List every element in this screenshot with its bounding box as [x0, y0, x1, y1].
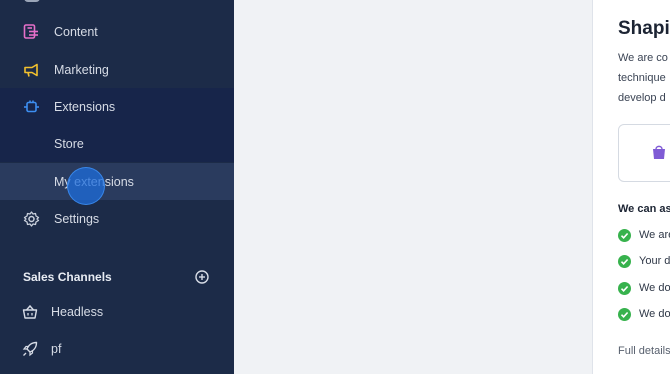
- plug-icon: [23, 98, 40, 115]
- sidebar-item-label: Store: [54, 136, 84, 151]
- check-item: We do: [618, 281, 670, 295]
- shopping-bag-icon: [651, 144, 667, 160]
- panel-title: Shapi: [618, 18, 670, 39]
- check-item: Your d: [618, 254, 670, 268]
- sidebar-item-extensions[interactable]: Extensions: [0, 88, 234, 125]
- check-item-text: Your d: [639, 255, 670, 267]
- sidebar-item-settings[interactable]: Settings: [0, 200, 234, 237]
- gear-icon: [23, 210, 40, 227]
- check-item-text: We are: [639, 229, 670, 241]
- plus-circle-icon[interactable]: [195, 270, 209, 284]
- basket-icon: [22, 304, 38, 320]
- check-item: We are: [618, 228, 670, 242]
- sales-channel-pf[interactable]: pf: [0, 332, 234, 366]
- sales-channel-label: Headless: [51, 305, 104, 319]
- panel-intro-line: technique: [618, 72, 666, 84]
- megaphone-icon: [23, 61, 40, 78]
- click-cursor-indicator: [67, 167, 105, 205]
- content-icon: [23, 23, 40, 40]
- sidebar-item-label: Settings: [54, 211, 100, 226]
- check-circle-icon: [618, 254, 631, 268]
- sidebar-item-label: Marketing: [54, 62, 109, 77]
- sidebar-item-store[interactable]: Store: [0, 125, 234, 162]
- check-circle-icon: [618, 228, 631, 242]
- sidebar-item-my-extensions[interactable]: My extensions: [0, 163, 234, 200]
- check-circle-icon: [618, 281, 631, 295]
- rocket-icon: [22, 341, 38, 357]
- extension-card[interactable]: [618, 124, 670, 182]
- sidebar-item-marketing[interactable]: Marketing: [0, 51, 234, 88]
- app-window: Content Marketing Extensions Store My ex…: [0, 0, 670, 374]
- check-item-text: We do: [639, 308, 670, 320]
- sales-channel-headless[interactable]: Headless: [0, 295, 234, 329]
- assist-heading: We can as: [618, 203, 670, 215]
- check-circle-icon: [618, 307, 631, 321]
- check-item-text: We do: [639, 282, 670, 294]
- sidebar: Content Marketing Extensions Store My ex…: [0, 0, 234, 374]
- truncated-nav-item: [24, 0, 40, 2]
- sidebar-item-label: Extensions: [54, 99, 116, 114]
- panel-intro-line: We are co: [618, 52, 668, 64]
- full-details-link[interactable]: Full details: [618, 345, 670, 357]
- panel-intro-line: develop d: [618, 92, 666, 104]
- check-item: We do: [618, 307, 670, 321]
- sidebar-item-content[interactable]: Content: [0, 13, 234, 50]
- sales-channels-heading: Sales Channels: [23, 270, 112, 284]
- sales-channel-label: pf: [51, 342, 62, 356]
- sidebar-item-label: Content: [54, 24, 98, 39]
- extension-detail-panel: Shapi We are co technique develop d We c…: [592, 0, 670, 374]
